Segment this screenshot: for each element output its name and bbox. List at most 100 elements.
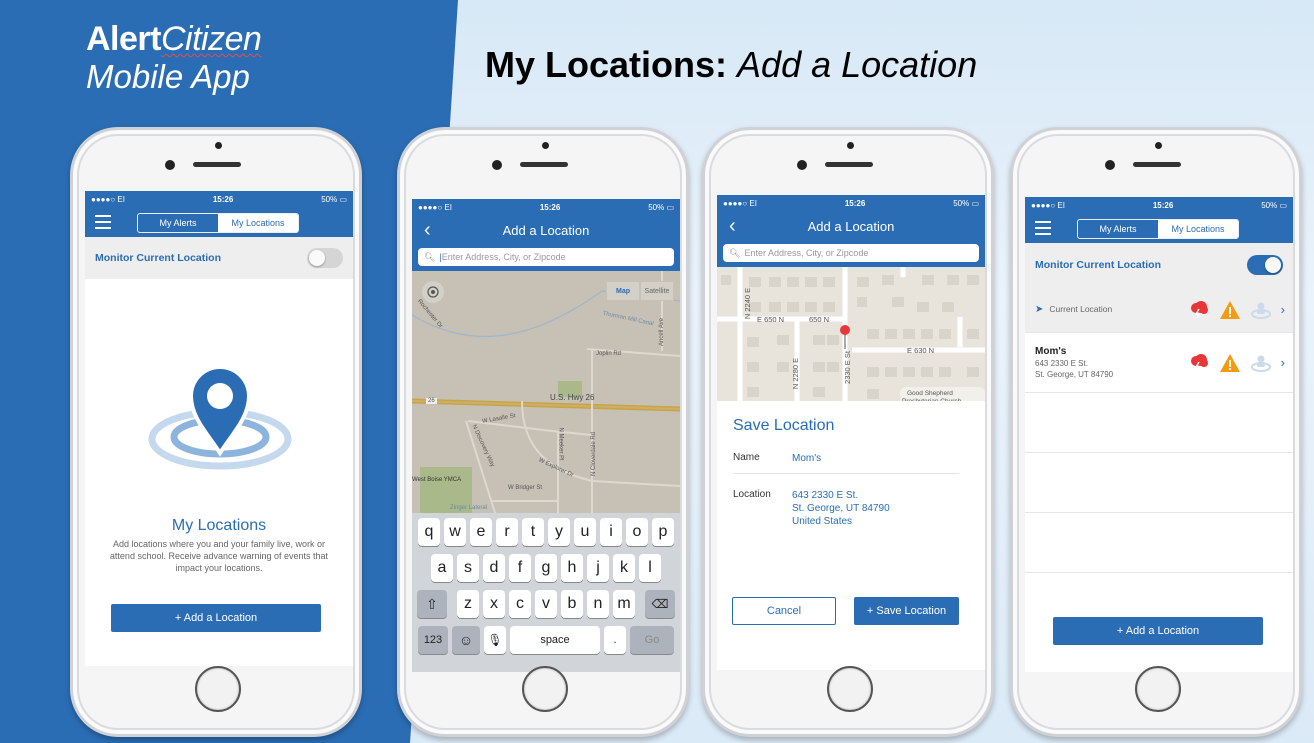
empty-list-row xyxy=(1025,513,1293,573)
chevron-right-icon[interactable]: › xyxy=(1281,302,1285,317)
key-f[interactable]: f xyxy=(509,554,531,582)
carrier-signal: ●●●●○ EI xyxy=(1031,200,1065,210)
nav-bar: My Alerts My Locations xyxy=(1025,213,1293,243)
emoji-key[interactable]: ☺ xyxy=(452,626,480,654)
search-bar-container: 🔍︎ Enter Address, City, or Zipcode xyxy=(717,241,985,267)
monitor-toggle[interactable] xyxy=(1247,255,1283,275)
screen: ●●●●○ EI 15:26 50% ▭ ‹ Add a Location 🔍︎… xyxy=(717,195,985,670)
back-chevron-icon[interactable]: ‹ xyxy=(729,215,736,238)
empty-state-title: My Locations xyxy=(171,517,267,534)
key-q[interactable]: q xyxy=(418,518,440,546)
monitor-toggle[interactable] xyxy=(307,248,343,268)
home-button[interactable] xyxy=(827,666,873,712)
search-icon: 🔍︎ xyxy=(424,251,436,262)
map-type-map[interactable]: Map xyxy=(606,281,640,301)
current-location-row[interactable]: ➤ Current Location › xyxy=(1025,287,1293,333)
menu-icon[interactable] xyxy=(95,215,111,229)
home-button[interactable] xyxy=(522,666,568,712)
period-key[interactable]: . xyxy=(604,626,626,654)
add-location-button[interactable]: + Add a Location xyxy=(1053,617,1263,645)
tab-my-locations[interactable]: My Locations xyxy=(1158,220,1238,238)
map-label: N Meeker Pl xyxy=(557,427,564,461)
carrier-signal: ●●●●○ EI xyxy=(418,202,452,212)
street-map-view[interactable]: N 2240 E E 650 N 650 N E 630 N N 2280 E … xyxy=(717,267,985,409)
key-d[interactable]: d xyxy=(483,554,505,582)
tab-my-locations[interactable]: My Locations xyxy=(218,214,298,232)
phone-2-search-map-keyboard: ●●●●○ EI 15:26 50% ▭ ‹ Add a Location 🔍︎… xyxy=(397,127,689,737)
people-icon xyxy=(1250,302,1271,319)
name-value-input[interactable]: Mom's xyxy=(792,452,821,465)
key-w[interactable]: w xyxy=(444,518,466,546)
add-location-button[interactable]: + Add a Location xyxy=(111,604,321,632)
map-label: U.S. Hwy 26 xyxy=(550,393,595,402)
front-camera xyxy=(165,160,175,170)
keyboard-row-4: 123 ☺ 🎙︎ space . Go xyxy=(414,626,678,654)
save-location-button[interactable]: + Save Location xyxy=(854,597,959,625)
map-label: E 650 N xyxy=(757,315,785,324)
name-label: Name xyxy=(733,452,760,463)
tab-my-alerts[interactable]: My Alerts xyxy=(1078,220,1158,238)
space-key[interactable]: space xyxy=(510,626,600,654)
front-camera xyxy=(1105,160,1115,170)
save-location-title: Save Location xyxy=(733,417,835,434)
locate-me-icon[interactable] xyxy=(422,281,444,303)
nav-bar: ‹ Add a Location xyxy=(412,215,680,245)
menu-icon[interactable] xyxy=(1035,221,1051,235)
battery-indicator: 50% ▭ xyxy=(648,202,674,212)
storm-icon xyxy=(1190,300,1208,318)
key-i[interactable]: i xyxy=(600,518,622,546)
key-b[interactable]: b xyxy=(561,590,583,618)
cancel-button[interactable]: Cancel xyxy=(732,597,836,625)
saved-location-row[interactable]: Mom's 643 2330 E St. St. George, UT 8479… xyxy=(1025,333,1293,393)
microphone-key[interactable]: 🎙︎ xyxy=(484,626,506,654)
brand-subtitle: Mobile App xyxy=(86,58,250,95)
keyboard-row-1: qwertyuiop xyxy=(414,518,678,546)
map-label: N 2280 E xyxy=(791,357,801,390)
key-h[interactable]: h xyxy=(561,554,583,582)
address-search-input[interactable]: 🔍︎ | Enter Address, City, or Zipcode xyxy=(418,248,674,266)
key-a[interactable]: a xyxy=(431,554,453,582)
key-p[interactable]: p xyxy=(652,518,674,546)
key-v[interactable]: v xyxy=(535,590,557,618)
earpiece-speaker xyxy=(193,162,241,167)
address-search-input[interactable]: 🔍︎ Enter Address, City, or Zipcode xyxy=(723,244,979,262)
map-type-satellite[interactable]: Satellite xyxy=(640,281,674,301)
shift-key[interactable]: ⇧ xyxy=(417,590,447,618)
key-r[interactable]: r xyxy=(496,518,518,546)
map-label: Ancell Ave xyxy=(658,318,665,346)
map-label: W Bridger St xyxy=(508,485,543,491)
key-l[interactable]: l xyxy=(639,554,661,582)
delete-key[interactable]: ⌫ xyxy=(645,590,675,618)
map-label: Zinger Lateral xyxy=(450,505,488,511)
go-key[interactable]: Go xyxy=(630,626,674,654)
status-time: 15:26 xyxy=(844,198,866,208)
map-view[interactable]: Map Satellite Thurman Mill Canal Joplin … xyxy=(412,271,680,520)
key-k[interactable]: k xyxy=(613,554,635,582)
key-n[interactable]: n xyxy=(587,590,609,618)
empty-list-row xyxy=(1025,393,1293,453)
home-button[interactable] xyxy=(1135,666,1181,712)
key-e[interactable]: e xyxy=(470,518,492,546)
key-s[interactable]: s xyxy=(457,554,479,582)
status-bar: ●●●●○ EI 15:26 50% ▭ xyxy=(412,199,680,215)
current-location-label: Current Location xyxy=(1049,304,1113,314)
search-bar-container: 🔍︎ | Enter Address, City, or Zipcode xyxy=(412,245,680,271)
key-g[interactable]: g xyxy=(535,554,557,582)
key-t[interactable]: t xyxy=(522,518,544,546)
status-bar: ●●●●○ EI 15:26 50% ▭ xyxy=(717,195,985,211)
chevron-right-icon[interactable]: › xyxy=(1281,355,1285,370)
key-z[interactable]: z xyxy=(457,590,479,618)
home-button[interactable] xyxy=(195,666,241,712)
nav-bar: My Alerts My Locations xyxy=(85,207,353,237)
numbers-key[interactable]: 123 xyxy=(418,626,448,654)
key-c[interactable]: c xyxy=(509,590,531,618)
back-chevron-icon[interactable]: ‹ xyxy=(424,219,431,242)
key-u[interactable]: u xyxy=(574,518,596,546)
key-x[interactable]: x xyxy=(483,590,505,618)
key-j[interactable]: j xyxy=(587,554,609,582)
status-bar: ●●●●○ EI 15:26 50% ▭ xyxy=(1025,197,1293,213)
key-m[interactable]: m xyxy=(613,590,635,618)
tab-my-alerts[interactable]: My Alerts xyxy=(138,214,218,232)
key-y[interactable]: y xyxy=(548,518,570,546)
key-o[interactable]: o xyxy=(626,518,648,546)
